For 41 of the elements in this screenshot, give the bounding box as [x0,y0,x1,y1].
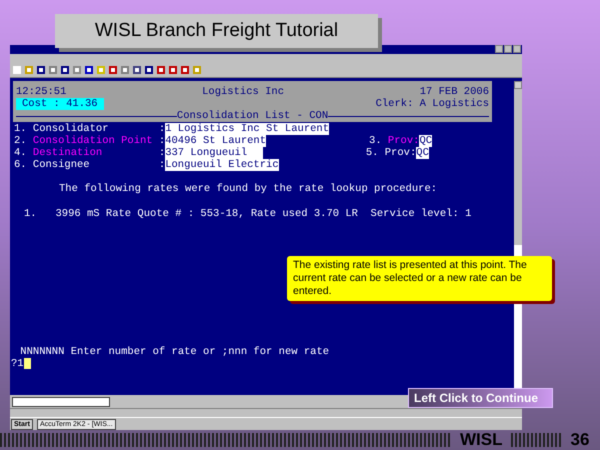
field-number: 5. [366,147,380,159]
message-text: The following rates were found by the rate lookup procedure: [58,182,438,195]
field-value: QC [416,147,429,159]
cursor-icon [24,358,31,369]
footer-text: WISL [460,429,502,450]
colon-text: : [158,123,166,135]
field-label: Consolidation Point [32,135,154,147]
command-field[interactable] [12,397,110,407]
field-value: 40496 St Laurent [165,135,266,147]
time-text: 12:25:51 [16,86,66,98]
field-value: 337 Longueuil [165,147,263,159]
colon-text: : [158,147,166,159]
callout-tooltip: The existing rate list is presented at this point. The current rate can be selected or a new rate can be entered. [287,256,552,301]
field-value: QC [419,135,432,147]
rate-line: 3996 mS Rate Quote # : 553-18, Rate used 3.70 LR Service level: 1 [56,208,472,220]
field-number: 1. [14,123,28,135]
colon-text: : [158,135,166,147]
rate-number: 1. [24,208,38,220]
field-label: Prov: [384,147,416,159]
stripe-pattern [510,433,562,447]
continue-button[interactable]: Left Click to Continue [408,388,553,408]
date-text: 17 FEB 2006 [420,86,489,98]
field-number: 2. [14,135,28,147]
colon-text: : [158,159,166,171]
slide-title: WISL Branch Freight Tutorial [55,14,378,48]
screen-title: Consolidation List - CON [176,110,328,122]
field-label: Destination [32,147,104,159]
page-number: 36 [570,429,590,450]
field-number: 6. [14,159,28,171]
field-label: Consignee [32,159,91,171]
cost-label: Cost : 41.36 [16,98,104,110]
company-text: Logistics Inc [202,86,284,98]
field-label: Consolidator [32,123,110,135]
field-number: 3. [369,135,383,147]
field-label: Prov: [388,135,420,147]
field-value: Longueuil Electric [165,159,279,171]
field-value: 1 Logistics Inc St Laurent [165,123,330,135]
clerk-text: Clerk: A Logistics [376,98,489,110]
command-input[interactable]: ?1 [11,358,24,370]
prompt-text: NNNNNNN Enter number of rate or ;nnn for new rate [19,346,330,358]
field-number: 4. [14,147,28,159]
